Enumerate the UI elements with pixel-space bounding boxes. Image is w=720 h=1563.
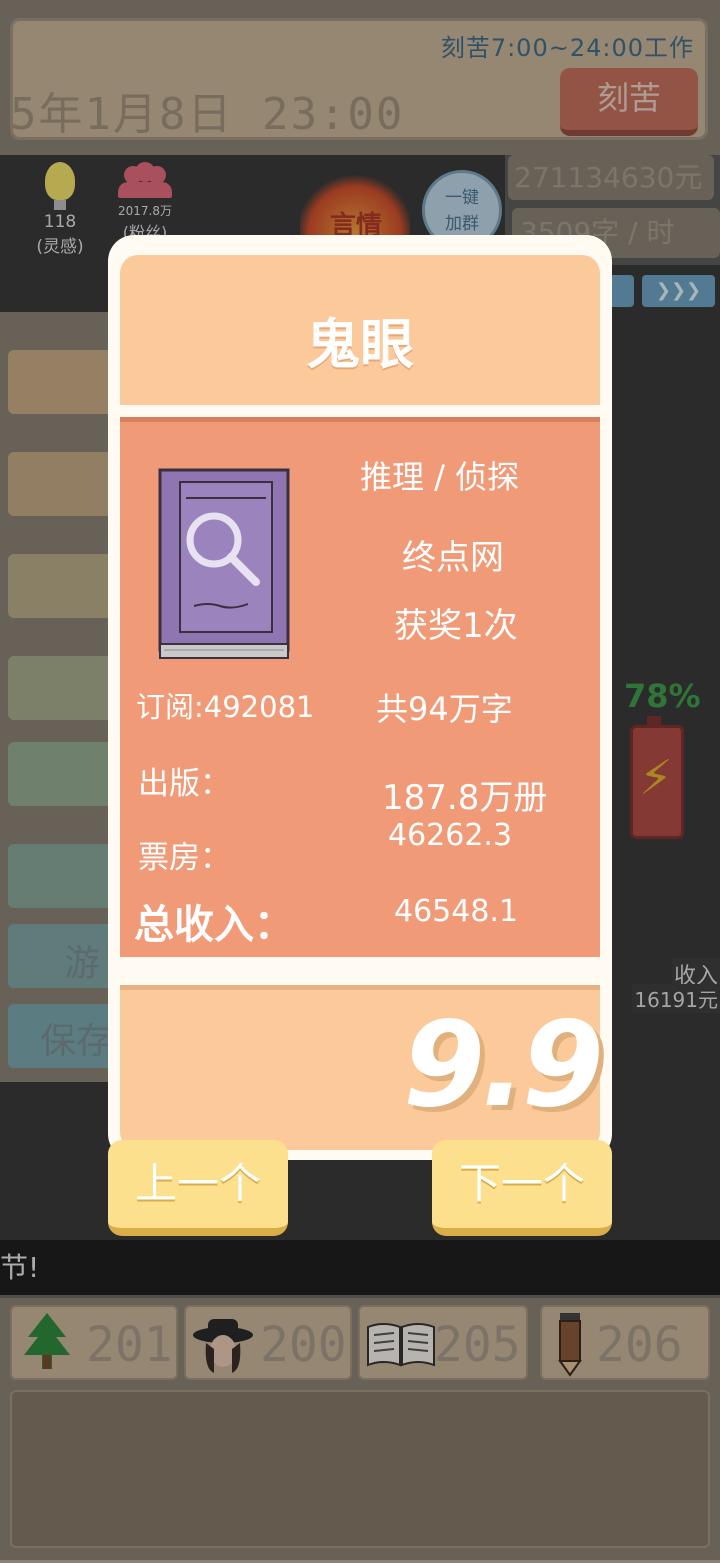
publish-value: 187.8万册	[382, 778, 548, 818]
book-subscriptions: 订阅:492081	[136, 690, 315, 724]
book-score: 9.9	[402, 995, 604, 1133]
box-office-value: 46262.3	[388, 818, 513, 853]
total-income-label: 总收入：	[134, 902, 294, 948]
book-detail-modal: 鬼眼 推理 / 侦探 终点网 获奖1次 订阅:492081 共94万字 出版： …	[108, 235, 612, 1160]
book-awards: 获奖1次	[394, 606, 518, 646]
book-word-count: 共94万字	[376, 690, 513, 728]
book-cover-icon	[158, 468, 290, 659]
modal-footer: 9.9	[120, 985, 604, 1150]
next-button[interactable]: 下一个	[432, 1140, 612, 1236]
total-income-value: 46548.1	[394, 894, 519, 929]
previous-button[interactable]: 上一个	[108, 1140, 288, 1236]
book-genre: 推理 / 侦探	[360, 458, 520, 496]
modal-body: 推理 / 侦探 终点网 获奖1次 订阅:492081 共94万字 出版： 187…	[120, 417, 600, 957]
book-title: 鬼眼	[306, 313, 414, 376]
box-office-label: 票房：	[138, 840, 231, 876]
book-site: 终点网	[402, 538, 504, 578]
modal-header: 鬼眼	[120, 255, 600, 405]
publish-label: 出版：	[138, 766, 231, 802]
